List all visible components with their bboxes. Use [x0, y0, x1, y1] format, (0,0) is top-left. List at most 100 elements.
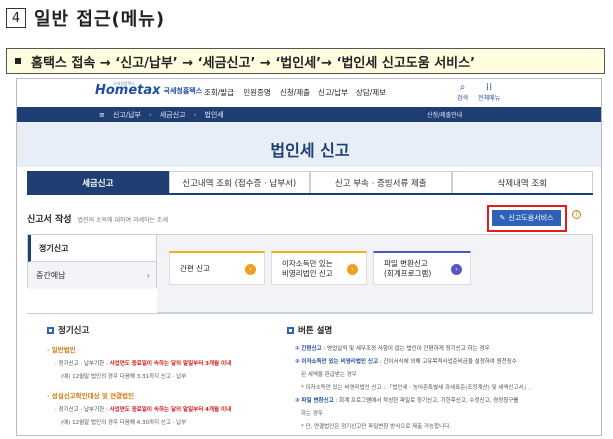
- section-heading: 4 일반 접근(메뉴): [6, 5, 165, 31]
- navigation-path-text: 홈택스 접속 → ‘신고/납부’ → ‘세금신고’ → ‘법인세’→ ‘법인세 …: [31, 55, 476, 71]
- page-title: 법인세 신고: [270, 141, 350, 160]
- tab-attachment-submit[interactable]: 신고 부속 · 증빙서류 제출: [310, 171, 452, 193]
- nav-item-certificate[interactable]: 민원증명: [238, 87, 276, 98]
- item-number: ①: [295, 346, 300, 352]
- simple-filing-card[interactable]: 간편 신고 ›: [169, 251, 265, 285]
- card-label-line1: 이자소득만 있는: [282, 258, 333, 268]
- info-panel: 정기신고 · 일반법인 · 정기신고 · 납부기한 : 사업연도 종료일이 속하…: [27, 313, 593, 435]
- description-line: 하는 경우: [301, 411, 323, 417]
- tab-bar: 세금신고 신고내역 조회 (접수증 · 납부서) 신고 부속 · 증빙서류 제출…: [27, 171, 593, 195]
- breadcrumb-item-filing[interactable]: 신고/납부: [113, 110, 141, 120]
- chevron-right-icon: ›: [146, 271, 150, 280]
- navigation-path-banner: 홈택스 접속 → ‘신고/납부’ → ‘세금신고’ → ‘법인세’→ ‘법인세 …: [6, 48, 605, 74]
- square-icon: [47, 326, 54, 334]
- side-menu-regular-filing[interactable]: 정기신고: [28, 235, 156, 262]
- page-hero: 법인세 신고: [17, 122, 601, 167]
- button-description-info: 버튼 설명 ① 간편신고 : 영업실적 및 세무조정 사항이 없는 법인이 간편…: [287, 324, 587, 430]
- deadline-highlight: 사업연도 종료일이 속하는 달의 말일부터 3개월 이내: [109, 361, 232, 367]
- side-menu: 정기신고 중간예납 ›: [27, 234, 157, 289]
- item-text: : 영업실적 및 세무조정 사항이 없는 법인이 간편하게 정기신고 하는 경우: [321, 346, 490, 352]
- side-menu-interim-prepayment[interactable]: 중간예납 ›: [28, 262, 156, 289]
- card-label: 이자소득만 있는 비영리법인 신고: [282, 259, 333, 279]
- square-bullet-icon: [15, 58, 21, 64]
- nonprofit-filing-card[interactable]: 이자소득만 있는 비영리법인 신고 ›: [271, 251, 367, 285]
- breadcrumb: ≡ 신고/납부 › 세금신고 › 법인세 신청/제출안내: [17, 107, 601, 122]
- description-line: ③ 파일 변환신고 : 회계 프로그램에서 작성한 파일로 정기신고, 기한후신…: [287, 396, 587, 404]
- tab-filing-history[interactable]: 신고내역 조회 (접수증 · 납부서): [168, 171, 310, 193]
- search-label: 검색: [457, 95, 469, 102]
- description-line: 된 세액을 환급받는 경우: [301, 372, 357, 378]
- filing-header: 신고서 작성 법인의 소득에 대하여 과세하는 조세: [27, 212, 168, 225]
- deadline-highlight: 사업연도 종료일이 속하는 달의 말일부터 4개월 이내: [109, 407, 232, 413]
- item-name: 이자소득만 있는 비영리법인 신고: [301, 359, 379, 365]
- breadcrumb-item-tax-filing[interactable]: 세금신고: [160, 110, 186, 120]
- hometax-screenshot: Hometax 국세청홈택스 국세청홈택스 조회/발급 민원증명 신청/제출 신…: [16, 78, 602, 436]
- search-icon: ⌕: [459, 82, 466, 93]
- side-menu-label: 정기신고: [39, 243, 69, 253]
- all-menu-button[interactable]: ⁞⁞ 전체메뉴: [478, 82, 500, 102]
- info-line: · 정기신고 · 납부기한 : 사업연도 종료일이 속하는 달의 말일부터 3개…: [47, 359, 287, 367]
- item-text: : 회계 프로그램에서 작성한 파일로 정기신고, 기한후신고, 수정신고, 경…: [333, 398, 519, 404]
- item-number: ②: [295, 359, 300, 365]
- arrow-right-icon: ›: [347, 264, 358, 275]
- description-note: * 이자소득만 있는 비영리법인 신고 : 「법인세 · 농어촌특별세 과세표준…: [301, 385, 531, 391]
- hometax-logo[interactable]: Hometax 국세청홈택스: [95, 83, 202, 98]
- info-line: · 정기신고 · 납부기한 : 사업연도 종료일이 속하는 달의 말일부터 4개…: [47, 405, 287, 413]
- search-button[interactable]: ⌕ 검색: [457, 82, 468, 102]
- info-example: (예) 12월말 법인의 경우 다음해 4.30까지 신고 · 납부: [61, 420, 187, 426]
- breadcrumb-separator-icon: ›: [149, 110, 152, 119]
- card-label: 간편 신고: [180, 263, 210, 273]
- description-line: ① 간편신고 : 영업실적 및 세무조정 사항이 없는 법인이 간편하게 정기신…: [287, 344, 587, 352]
- item-name: 간편신고: [301, 346, 322, 352]
- button-description-title: 버튼 설명: [298, 326, 333, 336]
- card-label: 파일 변환신고 (회계프로그램): [384, 259, 431, 279]
- general-corp-heading: · 일반법인: [47, 346, 76, 354]
- site-header: Hometax 국세청홈택스 국세청홈택스 조회/발급 민원증명 신청/제출 신…: [17, 79, 601, 107]
- item-name: 파일 변환신고: [301, 398, 334, 404]
- info-example: (예) 12월말 법인의 경우 다음해 3.31까지 신고 · 납부: [61, 374, 187, 380]
- breadcrumb-separator-icon: ›: [193, 110, 197, 119]
- nav-item-application[interactable]: 신청/제출: [276, 87, 314, 98]
- nav-item-filing[interactable]: 신고/납부: [314, 87, 352, 98]
- compliance-corp-heading: · 성실신고확인대상 및 연결법인: [47, 392, 134, 400]
- side-menu-label: 중간예납: [36, 271, 66, 280]
- tab-deleted-history[interactable]: 삭제내역 조회: [451, 171, 593, 193]
- button-description-heading: 버튼 설명: [287, 324, 587, 336]
- help-icon[interactable]: ?: [572, 210, 581, 219]
- nav-item-consult[interactable]: 상담/제보: [352, 87, 390, 98]
- filing-title: 신고서 작성: [27, 215, 72, 225]
- edit-icon: ✎: [499, 214, 506, 222]
- grid-menu-icon: ⁞⁞: [485, 82, 493, 93]
- section-title: 일반 접근(메뉴): [34, 9, 166, 30]
- description-line: ② 이자소득만 있는 비영리법인 신고 : 간이서식에 의해 고유목적사업준비금…: [287, 357, 587, 365]
- card-label-line2: 비영리법인 신고: [282, 268, 333, 278]
- menu-icon[interactable]: ≡: [99, 111, 105, 119]
- breadcrumb-item-corporate-tax[interactable]: 법인세: [204, 110, 223, 120]
- header-icons: ⌕ 검색 ⁞⁞ 전체메뉴: [457, 82, 500, 102]
- nav-item-inquiry[interactable]: 조회/발급: [200, 87, 238, 98]
- filing-description: 법인의 소득에 대하여 과세하는 조세: [77, 217, 168, 224]
- all-menu-label: 전체메뉴: [478, 95, 501, 102]
- section-number: 4: [6, 8, 26, 28]
- item-number: ③: [295, 398, 300, 404]
- card-label-line2: (회계프로그램): [384, 268, 432, 278]
- filing-help-service-button[interactable]: ✎ 신고도움서비스: [492, 210, 561, 226]
- item-text: : 간이서식에 의해 고유목적사업준비금을 설정하여 원천징수: [378, 359, 517, 365]
- regular-filing-title: 정기신고: [58, 326, 90, 336]
- logo-tagline: 국세청홈택스: [113, 81, 136, 86]
- filing-options-panel: 간편 신고 › 이자소득만 있는 비영리법인 신고 › 파일 변환신고 (회계프…: [157, 234, 593, 313]
- square-icon: [287, 326, 294, 334]
- service-button-highlight: ✎ 신고도움서비스: [487, 205, 567, 232]
- info-prefix: · 정기신고 · 납부기한 :: [55, 407, 110, 413]
- regular-filing-info: 정기신고 · 일반법인 · 정기신고 · 납부기한 : 사업연도 종료일이 속하…: [47, 324, 287, 426]
- description-note: * 단, 연결법인은 정기신고만 파일변환 방식으로 제출 가능합니다.: [301, 424, 452, 430]
- breadcrumb-right-link[interactable]: 신청/제출안내: [427, 110, 462, 119]
- regular-filing-heading: 정기신고: [47, 324, 287, 336]
- service-button-label: 신고도움서비스: [508, 214, 554, 222]
- arrow-right-icon: ›: [451, 264, 462, 275]
- top-navigation: 조회/발급 민원증명 신청/제출 신고/납부 상담/제보: [200, 87, 390, 98]
- arrow-right-icon: ›: [245, 264, 256, 275]
- tab-tax-filing[interactable]: 세금신고: [27, 171, 169, 193]
- logo-subtext: 국세청홈택스: [163, 87, 203, 95]
- file-conversion-card[interactable]: 파일 변환신고 (회계프로그램) ›: [373, 251, 471, 285]
